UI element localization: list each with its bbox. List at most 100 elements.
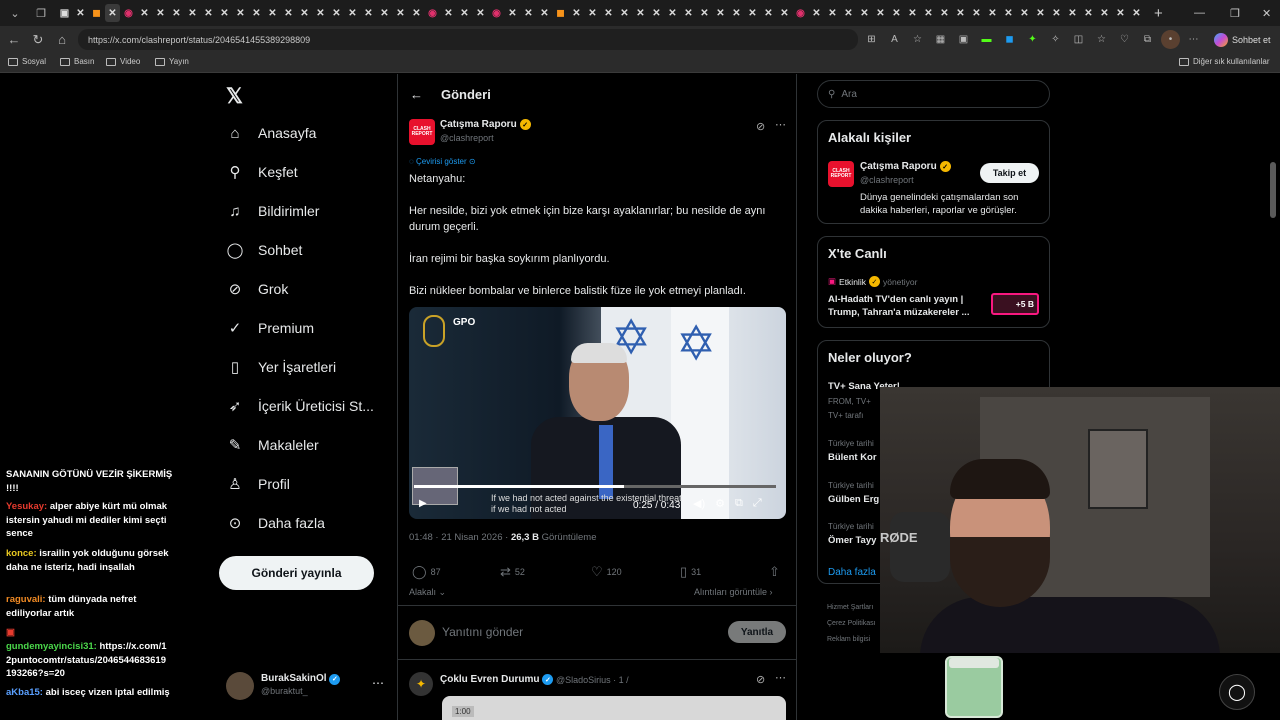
back-arrow-icon[interactable]: ← — [2, 32, 26, 47]
follow-button[interactable]: Takip et — [980, 163, 1039, 183]
author-name[interactable]: Çatışma Raporu ✓ — [860, 161, 951, 172]
browser-tab[interactable]: ✕ — [825, 4, 840, 22]
more-options-icon[interactable]: ⋯ — [372, 676, 384, 690]
show-more-link[interactable]: Daha fazla — [828, 567, 876, 578]
browser-tab[interactable]: ✕ — [985, 4, 1000, 22]
page-scrollbar[interactable] — [1270, 162, 1276, 218]
nav-item-premium[interactable]: ✓ Premium — [226, 319, 314, 337]
browser-tab[interactable]: ✕ — [729, 4, 744, 22]
browser-tab[interactable]: ✕ — [409, 4, 424, 22]
browser-tab[interactable]: ✕ — [697, 4, 712, 22]
nav-item-home[interactable]: ⌂ Anasayfa — [226, 124, 316, 142]
browser-tab[interactable]: ✕ — [777, 4, 792, 22]
nav-item-profile[interactable]: ♙ Profil — [226, 475, 290, 493]
browser-tab[interactable]: ✕ — [169, 4, 184, 22]
browser-tab[interactable]: ✕ — [809, 4, 824, 22]
fullscreen-icon[interactable]: ⤢ — [753, 497, 762, 510]
share-button[interactable]: ⇧ — [769, 564, 780, 580]
reply-button[interactable]: Yanıtla — [728, 621, 786, 643]
browser-tab[interactable]: ✕ — [585, 4, 600, 22]
browser-tab[interactable]: ✕ — [745, 4, 760, 22]
browser-tab[interactable]: ✕ — [873, 4, 888, 22]
browser-tab[interactable]: ✕ — [313, 4, 328, 22]
browser-tab[interactable]: ✕ — [1081, 4, 1096, 22]
minimize-button[interactable]: — — [1194, 0, 1205, 26]
trend-name[interactable]: Bülent Kor — [828, 452, 877, 463]
footer-link[interactable]: Çerez Politikası — [827, 620, 876, 627]
author-avatar[interactable]: CLASH REPORT — [409, 119, 435, 145]
view-quotes-link[interactable]: Alıntıları görüntüle › — [694, 587, 773, 597]
post-button[interactable]: Gönderi yayınla — [219, 556, 374, 590]
read-aloud-icon[interactable]: A — [885, 30, 904, 49]
author-name[interactable]: Çoklu Evren Durumu ✓ — [440, 674, 554, 685]
browser-tab[interactable]: ✕ — [249, 4, 264, 22]
extension-icon[interactable]: ▬ — [977, 30, 996, 49]
browser-tab[interactable]: ✕ — [1001, 4, 1016, 22]
trend-name[interactable]: Ömer Tayy — [828, 535, 876, 546]
play-icon[interactable]: ▶ — [419, 498, 427, 509]
browser-tab[interactable]: ✕ — [633, 4, 648, 22]
live-headline[interactable]: Al-Hadath TV'den canlı yayın | Trump, Ta… — [828, 293, 988, 319]
browser-tab[interactable]: ✕ — [761, 4, 776, 22]
browser-tab[interactable]: ✕ — [521, 4, 536, 22]
browser-tab[interactable]: ✕ — [441, 4, 456, 22]
nav-item-chat[interactable]: ◯ Sohbet — [226, 241, 303, 259]
author-handle[interactable]: @clashreport — [440, 133, 494, 143]
split-screen-icon[interactable]: ◫ — [1069, 30, 1088, 49]
browser-tab[interactable]: ◼ — [89, 4, 104, 22]
more-options-icon[interactable]: ⋯ — [775, 118, 786, 131]
tab-actions-menu-icon[interactable]: ⌄ — [4, 3, 26, 23]
nav-item-explore[interactable]: ⚲ Keşfet — [226, 163, 298, 181]
nav-item-more[interactable]: ⊙ Daha fazla — [226, 514, 325, 532]
install-app-icon[interactable]: ⊞ — [862, 30, 881, 49]
browser-tab[interactable]: ▣ — [57, 4, 72, 22]
browser-tab[interactable]: ✕ — [953, 4, 968, 22]
browser-tab[interactable]: ✕ — [1017, 4, 1032, 22]
browser-tab[interactable]: ✕ — [969, 4, 984, 22]
nav-item-grok[interactable]: ⊘ Grok — [226, 280, 289, 298]
browser-tab[interactable]: ✕ — [713, 4, 728, 22]
extension-icon[interactable]: ▦ — [931, 30, 950, 49]
browser-tab[interactable]: ✕ — [857, 4, 872, 22]
author-name[interactable]: Çatışma Raporu ✓ — [440, 119, 531, 130]
collections-icon[interactable]: ⧉ — [1138, 30, 1157, 49]
reply-input[interactable]: Yanıtını gönder — [442, 625, 523, 639]
browser-tab[interactable]: ✕ — [889, 4, 904, 22]
x-logo-icon[interactable]: 𝕏 — [226, 84, 243, 109]
browser-tab[interactable]: ✕ — [153, 4, 168, 22]
maximize-button[interactable]: ❐ — [1230, 0, 1240, 26]
extension-icon[interactable]: ✦ — [1023, 30, 1042, 49]
bookmark-folder[interactable]: Sosyal — [8, 57, 46, 66]
bookmark-button[interactable]: ▯ 31 — [680, 564, 701, 580]
browser-tab[interactable]: ✕ — [1033, 4, 1048, 22]
author-avatar[interactable]: ✦ — [409, 672, 433, 696]
search-input[interactable]: ⚲ Ara — [817, 80, 1050, 108]
browser-tab[interactable]: ✕ — [473, 4, 488, 22]
browser-tab[interactable]: ✕ — [841, 4, 856, 22]
browser-tab[interactable]: ✕ — [505, 4, 520, 22]
browser-tab[interactable]: ✕ — [1129, 4, 1144, 22]
extension-icon[interactable]: ▣ — [954, 30, 973, 49]
browser-tab[interactable]: ✕ — [1097, 4, 1112, 22]
browser-tab[interactable]: ✕ — [361, 4, 376, 22]
favorites-icon[interactable]: ☆ — [1092, 30, 1111, 49]
workspaces-icon[interactable]: ❐ — [30, 3, 52, 23]
browser-tab[interactable]: ✕ — [937, 4, 952, 22]
grok-explain-icon[interactable]: ⊘ — [756, 673, 765, 686]
volume-icon[interactable]: ◀) — [693, 497, 705, 510]
video-player[interactable]: ✡ ✡ GPO If we had not acted against the … — [409, 307, 786, 519]
settings-gear-icon[interactable]: ⚙ — [715, 497, 725, 510]
home-icon[interactable]: ⌂ — [50, 32, 74, 47]
browser-tab[interactable]: ✕ — [1065, 4, 1080, 22]
related-dropdown[interactable]: Alakalı ⌄ — [409, 587, 446, 598]
settings-more-icon[interactable]: ⋯ — [1184, 30, 1203, 49]
nav-item-creator-studio[interactable]: ➶ İçerik Üreticisi St... — [226, 397, 374, 415]
browser-tab[interactable]: ✕ — [569, 4, 584, 22]
browser-tab[interactable]: ✕ — [73, 4, 88, 22]
browser-tab[interactable]: ✕ — [217, 4, 232, 22]
browser-tab[interactable]: ◉ — [793, 4, 808, 22]
favorite-star-icon[interactable]: ☆ — [908, 30, 927, 49]
new-tab-button[interactable]: + — [1154, 5, 1163, 22]
browser-tab[interactable]: ✕ — [297, 4, 312, 22]
show-translation-link[interactable]: ◌ Çevirisi göster ⊙ — [409, 157, 476, 166]
